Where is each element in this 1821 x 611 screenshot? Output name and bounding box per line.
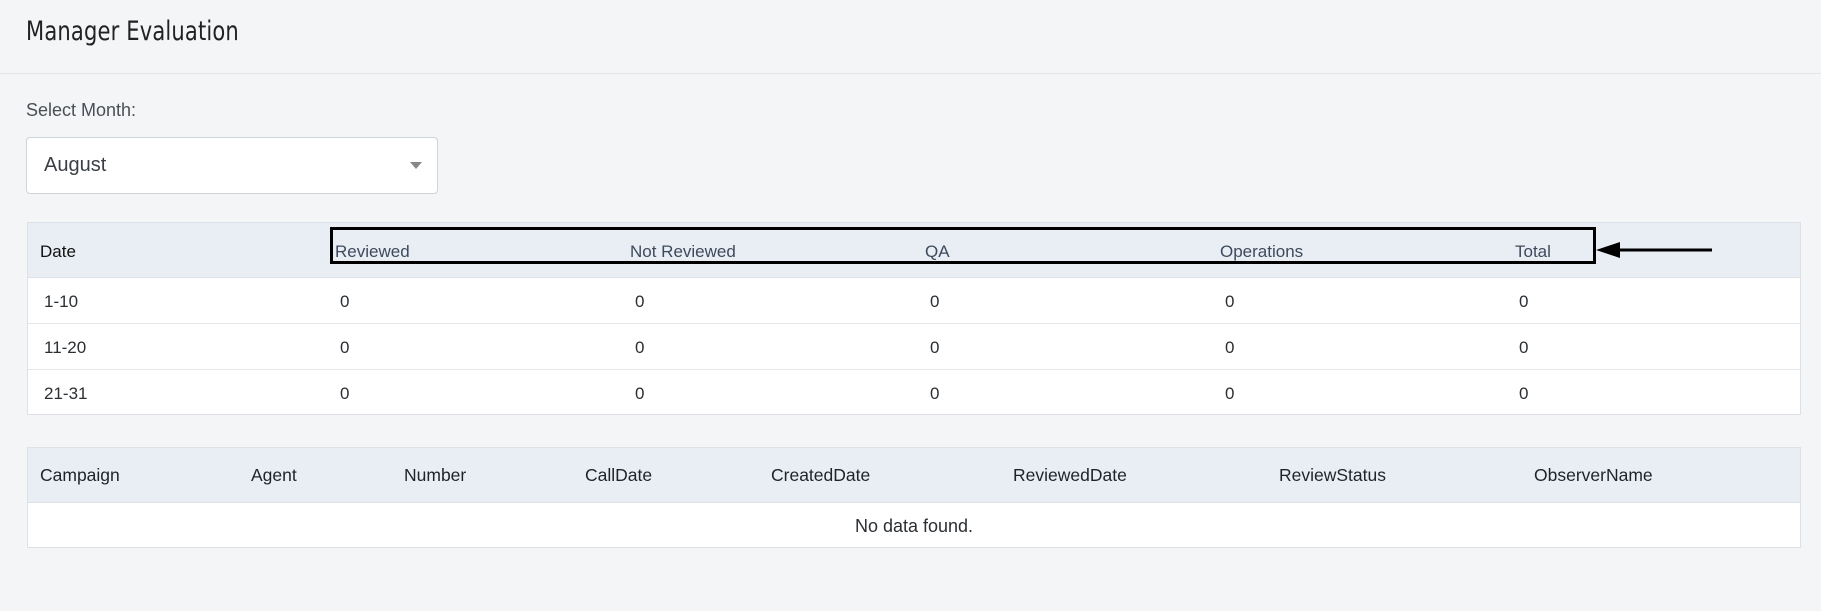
summary-table: Date Reviewed Not Reviewed QA Operations… <box>27 222 1801 415</box>
column-header-number[interactable]: Number <box>404 465 466 486</box>
column-header-reviewstatus[interactable]: ReviewStatus <box>1279 465 1386 486</box>
column-header-calldate[interactable]: CallDate <box>585 465 652 486</box>
month-select[interactable]: August <box>26 137 438 194</box>
table-row: 1-10 0 0 0 0 0 <box>28 278 1800 324</box>
empty-state-message: No data found. <box>854 516 974 536</box>
column-header-revieweddate[interactable]: ReviewedDate <box>1013 465 1127 486</box>
row-operations: 0 <box>1225 338 1235 357</box>
row-reviewed: 0 <box>340 384 350 403</box>
row-operations: 0 <box>1225 384 1235 403</box>
row-date: 11-20 <box>44 338 87 357</box>
row-not-reviewed: 0 <box>635 384 645 403</box>
row-date: 1-10 <box>44 292 79 311</box>
column-header-campaign[interactable]: Campaign <box>40 465 120 486</box>
column-header-observername[interactable]: ObserverName <box>1534 465 1653 486</box>
summary-table-header: Date Reviewed Not Reviewed QA Operations… <box>28 223 1800 278</box>
row-qa: 0 <box>930 292 940 311</box>
column-header-agent[interactable]: Agent <box>251 465 297 486</box>
arrow-left-icon <box>1596 242 1712 258</box>
row-not-reviewed: 0 <box>635 292 645 311</box>
chevron-down-icon <box>410 162 422 169</box>
month-filter-label: Select Month: <box>26 100 137 120</box>
detail-table-header: Campaign Agent Number CallDate CreatedDa… <box>28 448 1800 503</box>
row-operations: 0 <box>1225 292 1235 311</box>
row-total: 0 <box>1519 292 1529 311</box>
column-header-operations[interactable]: Operations <box>1220 242 1303 262</box>
page-header: Manager Evaluation <box>0 0 1821 74</box>
column-header-reviewed[interactable]: Reviewed <box>335 242 410 262</box>
column-header-qa[interactable]: QA <box>925 242 950 262</box>
column-header-createddate[interactable]: CreatedDate <box>771 465 870 486</box>
row-total: 0 <box>1519 338 1529 357</box>
column-header-not-reviewed[interactable]: Not Reviewed <box>630 242 736 262</box>
row-reviewed: 0 <box>340 338 350 357</box>
page-title: Manager Evaluation <box>26 16 239 47</box>
row-not-reviewed: 0 <box>635 338 645 357</box>
row-qa: 0 <box>930 384 940 403</box>
row-total: 0 <box>1519 384 1529 403</box>
column-header-date[interactable]: Date <box>40 242 76 262</box>
detail-table: Campaign Agent Number CallDate CreatedDa… <box>27 447 1801 548</box>
row-reviewed: 0 <box>340 292 350 311</box>
table-row: 21-31 0 0 0 0 0 <box>28 370 1800 416</box>
month-select-value: August <box>44 154 107 176</box>
row-date: 21-31 <box>44 384 88 403</box>
table-row: 11-20 0 0 0 0 0 <box>28 324 1800 370</box>
row-qa: 0 <box>930 338 940 357</box>
column-header-total[interactable]: Total <box>1515 242 1551 262</box>
